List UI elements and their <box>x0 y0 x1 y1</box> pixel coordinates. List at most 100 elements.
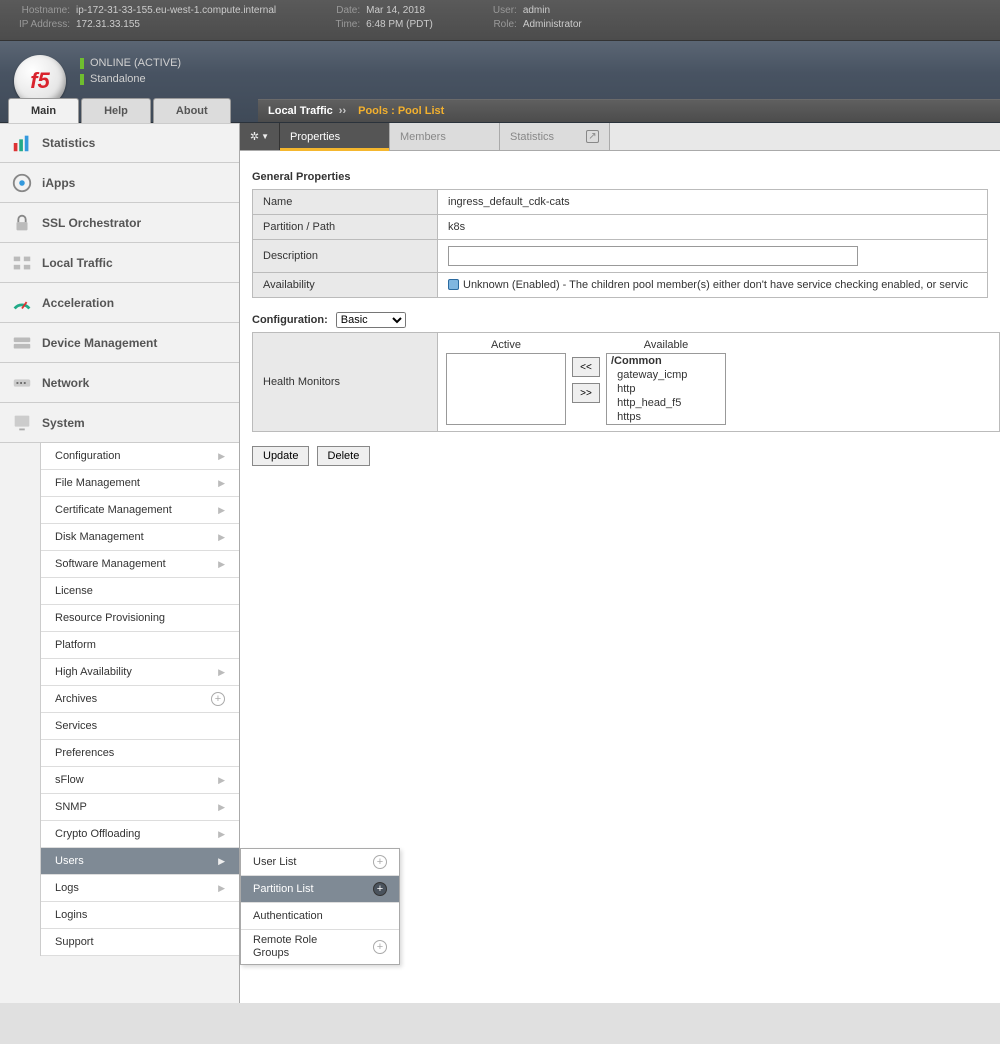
system-sub-snmp[interactable]: SNMP▶ <box>41 794 239 821</box>
breadcrumb-leaf[interactable]: Pools : Pool List <box>358 105 444 117</box>
system-sub-crypto-offloading[interactable]: Crypto Offloading▶ <box>41 821 239 848</box>
sidebar: Statistics iApps SSL Orchestrator Local … <box>0 123 240 1003</box>
name-label: Name <box>253 190 438 215</box>
system-sub-archives[interactable]: Archives+ <box>41 686 239 713</box>
tab-members-label: Members <box>400 131 446 143</box>
monitor-option[interactable]: https <box>607 410 725 424</box>
nav-network[interactable]: Network <box>0 363 239 403</box>
monitor-option[interactable]: gateway_icmp <box>607 368 725 382</box>
description-input[interactable] <box>448 246 858 266</box>
subitem-label: File Management <box>55 477 140 489</box>
nav-device-management[interactable]: Device Management <box>0 323 239 363</box>
system-sub-sflow[interactable]: sFlow▶ <box>41 767 239 794</box>
active-monitors-listbox[interactable] <box>446 353 566 425</box>
ip-value: 172.31.33.155 <box>76 19 140 30</box>
popout-icon[interactable]: ↗ <box>586 130 599 143</box>
system-sub-resource-provisioning[interactable]: Resource Provisioning <box>41 605 239 632</box>
system-sub-platform[interactable]: Platform <box>41 632 239 659</box>
move-left-button[interactable]: << <box>572 357 600 377</box>
move-right-button[interactable]: >> <box>572 383 600 403</box>
nav-device-label: Device Management <box>42 336 157 350</box>
tab-properties[interactable]: Properties <box>280 123 390 150</box>
nav-statistics-label: Statistics <box>42 136 95 150</box>
users-flyout: User List + Partition List + Authenticat… <box>240 848 400 965</box>
flyout-remote-role-groups[interactable]: Remote Role Groups + <box>241 930 399 964</box>
plus-icon[interactable]: + <box>373 940 387 954</box>
flyout-authentication[interactable]: Authentication <box>241 903 399 930</box>
subitem-label: Preferences <box>55 747 114 759</box>
availability-cell: Unknown (Enabled) - The children pool me… <box>438 273 988 298</box>
system-icon <box>10 411 34 435</box>
flyout-rrg-label: Remote Role Groups <box>253 934 343 960</box>
hostname-value: ip-172-31-33-155.eu-west-1.compute.inter… <box>76 5 276 16</box>
configuration-level-select[interactable]: Basic <box>336 312 406 328</box>
system-sub-logins[interactable]: Logins <box>41 902 239 929</box>
nav-system[interactable]: System <box>0 403 239 443</box>
header-band: f5 ONLINE (ACTIVE) Standalone Main Help … <box>0 41 1000 123</box>
nav-iapps[interactable]: iApps <box>0 163 239 203</box>
action-buttons: Update Delete <box>252 446 988 466</box>
nav-ssl-orchestrator[interactable]: SSL Orchestrator <box>0 203 239 243</box>
nav-local-traffic[interactable]: Local Traffic <box>0 243 239 283</box>
system-sub-services[interactable]: Services <box>41 713 239 740</box>
tab-main[interactable]: Main <box>8 98 79 123</box>
top-status-bar: Hostname:ip-172-31-33-155.eu-west-1.comp… <box>0 0 1000 41</box>
date-value: Mar 14, 2018 <box>366 5 425 16</box>
gear-icon: ✲ <box>250 130 259 143</box>
breadcrumb-root[interactable]: Local Traffic <box>268 105 333 117</box>
flyout-user-list[interactable]: User List + <box>241 849 399 876</box>
flyout-partition-list[interactable]: Partition List + <box>241 876 399 903</box>
gear-menu[interactable]: ✲▼ <box>240 123 280 150</box>
nav-network-label: Network <box>42 376 89 390</box>
available-monitors-listbox[interactable]: /Common gateway_icmp http http_head_f5 h… <box>606 353 726 425</box>
subitem-label: High Availability <box>55 666 132 678</box>
nav-statistics[interactable]: Statistics <box>0 123 239 163</box>
tab-properties-label: Properties <box>290 131 340 143</box>
local-traffic-icon <box>10 251 34 275</box>
partition-label: Partition / Path <box>253 215 438 240</box>
device-status: ONLINE (ACTIVE) Standalone <box>80 55 181 87</box>
tab-statistics[interactable]: Statistics↗ <box>500 123 610 150</box>
system-sub-high-availability[interactable]: High Availability▶ <box>41 659 239 686</box>
status-standalone: Standalone <box>90 71 146 87</box>
health-monitors-table: Health Monitors Active << >> Available <box>252 332 1000 432</box>
subitem-label: Users <box>55 855 84 867</box>
system-sub-support[interactable]: Support <box>41 929 239 956</box>
system-sub-disk-management[interactable]: Disk Management▶ <box>41 524 239 551</box>
tab-about[interactable]: About <box>153 98 231 123</box>
system-sub-users[interactable]: Users ▶ <box>41 848 239 875</box>
system-sub-logs[interactable]: Logs▶ <box>41 875 239 902</box>
availability-value: Unknown (Enabled) - The children pool me… <box>463 279 968 291</box>
system-sub-software-management[interactable]: Software Management▶ <box>41 551 239 578</box>
subitem-label: Disk Management <box>55 531 144 543</box>
partition-value: k8s <box>438 215 988 240</box>
nav-acceleration[interactable]: Acceleration <box>0 283 239 323</box>
system-submenu: Configuration▶File Management▶Certificat… <box>40 443 239 956</box>
status-indicator-icon <box>80 58 84 69</box>
tab-members[interactable]: Members <box>390 123 500 150</box>
plus-icon[interactable]: + <box>373 855 387 869</box>
system-sub-file-management[interactable]: File Management▶ <box>41 470 239 497</box>
chevron-right-icon: ▶ <box>218 856 225 867</box>
update-button[interactable]: Update <box>252 446 309 466</box>
system-sub-certificate-management[interactable]: Certificate Management▶ <box>41 497 239 524</box>
monitor-option[interactable]: http_head_f5 <box>607 396 725 410</box>
system-sub-license[interactable]: License <box>41 578 239 605</box>
chevron-right-icon: ▶ <box>218 775 225 786</box>
plus-icon[interactable]: + <box>373 882 387 896</box>
subitem-label: Platform <box>55 639 96 651</box>
plus-icon[interactable]: + <box>211 692 225 706</box>
subitem-label: Crypto Offloading <box>55 828 140 840</box>
system-sub-preferences[interactable]: Preferences <box>41 740 239 767</box>
delete-button[interactable]: Delete <box>317 446 371 466</box>
nav-ssl-label: SSL Orchestrator <box>42 216 141 230</box>
tab-help[interactable]: Help <box>81 98 151 123</box>
availability-label: Availability <box>253 273 438 298</box>
name-value: ingress_default_cdk-cats <box>438 190 988 215</box>
nav-iapps-label: iApps <box>42 176 75 190</box>
subitem-label: Support <box>55 936 94 948</box>
device-icon <box>10 331 34 355</box>
lock-icon <box>10 211 34 235</box>
monitor-option[interactable]: http <box>607 382 725 396</box>
system-sub-configuration[interactable]: Configuration▶ <box>41 443 239 470</box>
